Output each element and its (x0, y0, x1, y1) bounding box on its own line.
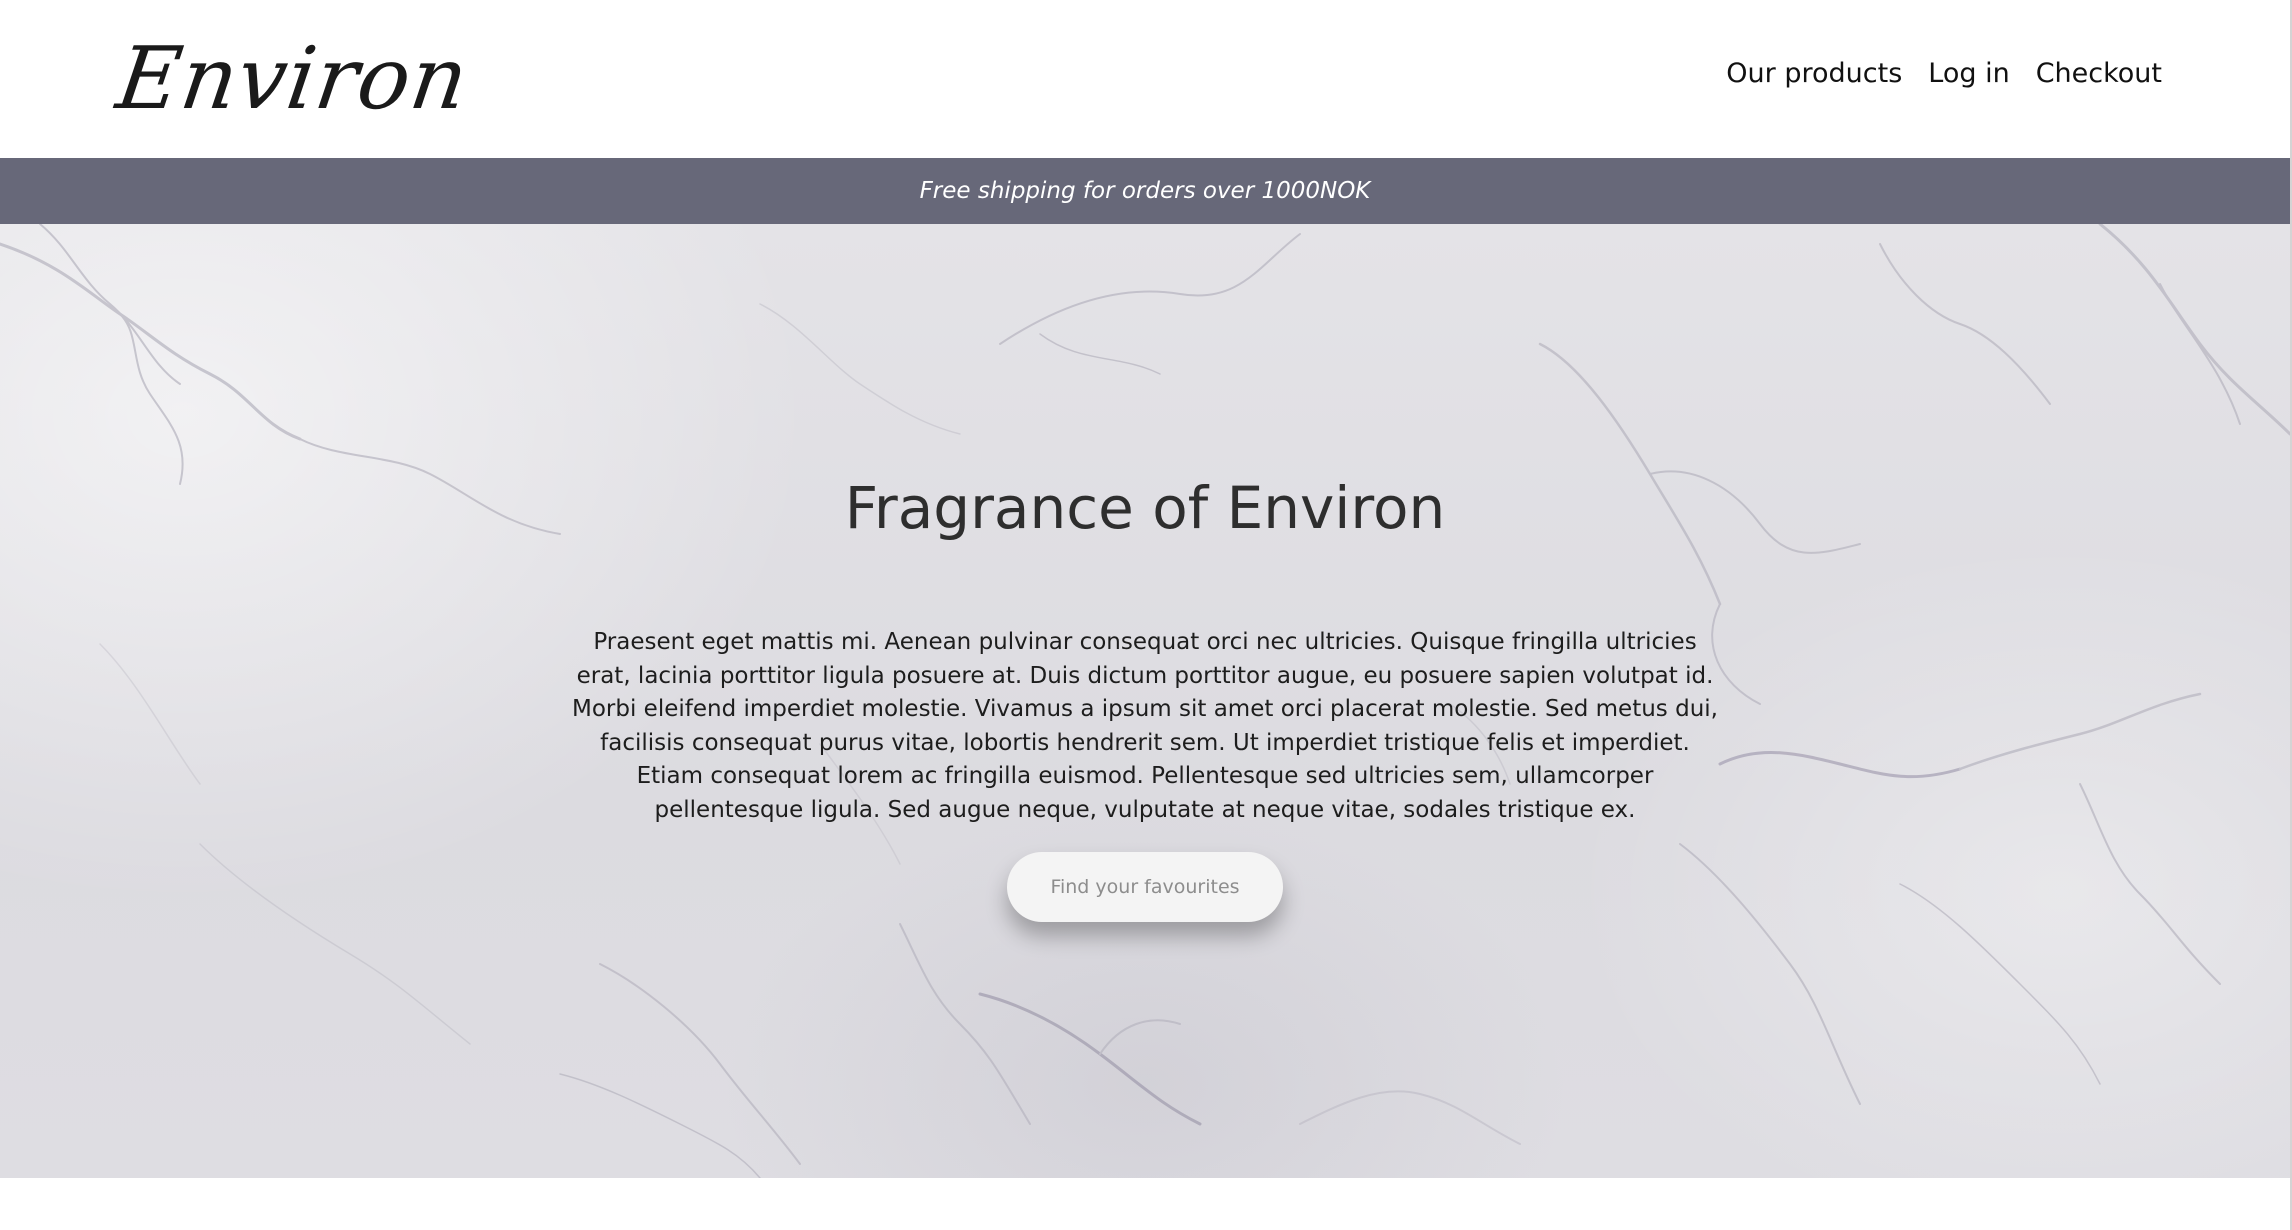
logo[interactable]: Environ (111, 14, 477, 129)
main-nav: Our products Log in Checkout (1726, 58, 2162, 89)
find-favourites-button[interactable]: Find your favourites (1007, 852, 1283, 922)
hero-description: Praesent eget mattis mi. Aenean pulvinar… (572, 629, 1718, 823)
hero-title: Fragrance of Environ (844, 474, 1446, 542)
nav-link-our-products[interactable]: Our products (1726, 58, 1902, 89)
shipping-banner-text: Free shipping for orders over 1000NOK (919, 178, 1371, 204)
page: Environ Our products Log in Checkout Fre… (0, 0, 2292, 1230)
site-header: Environ Our products Log in Checkout (0, 0, 2290, 158)
shipping-banner: Free shipping for orders over 1000NOK (0, 158, 2290, 224)
nav-link-log-in[interactable]: Log in (1928, 58, 2009, 89)
nav-link-checkout[interactable]: Checkout (2036, 58, 2162, 89)
hero-section: Fragrance of Environ Praesent eget matti… (0, 224, 2290, 1178)
